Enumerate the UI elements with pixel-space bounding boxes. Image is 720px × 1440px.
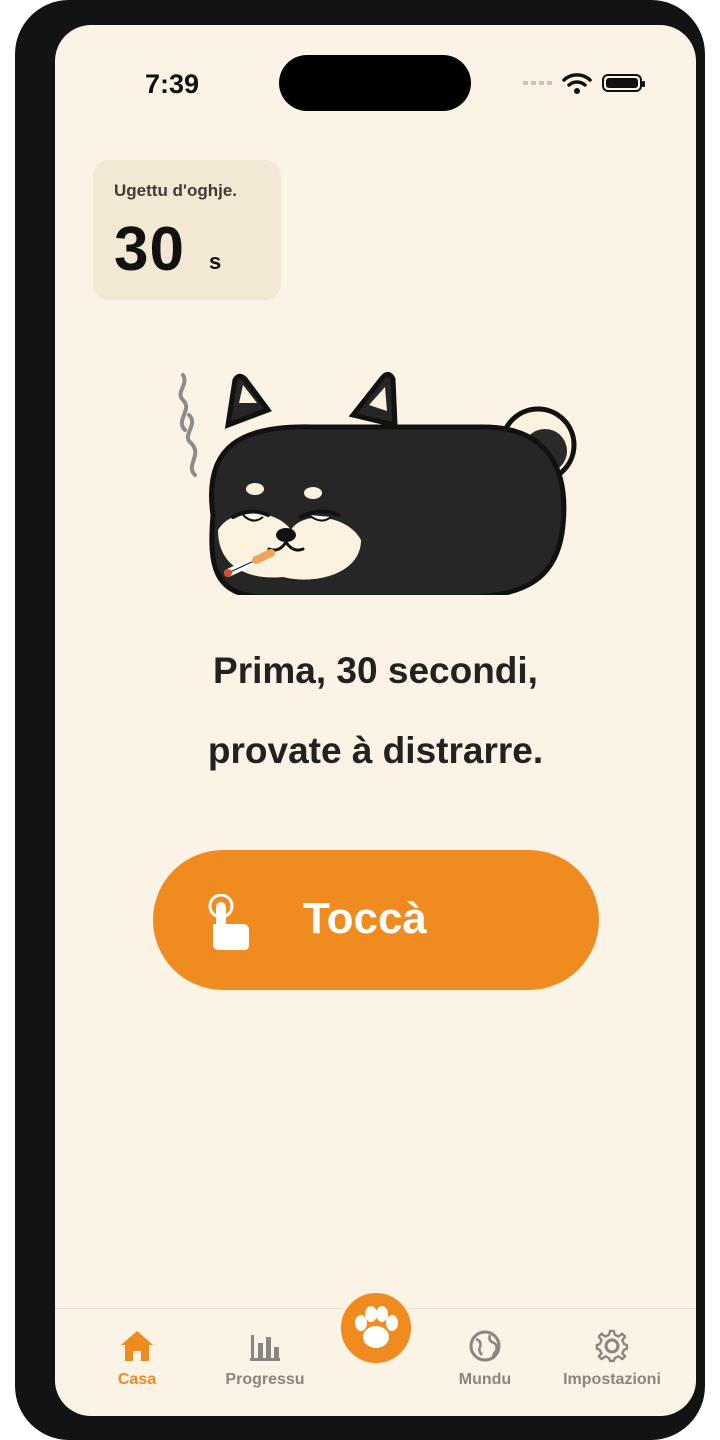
prompt-line-1: Prima, 30 secondi, <box>213 650 538 691</box>
tab-progress[interactable]: Progressu <box>215 1329 315 1389</box>
tab-progress-label: Progressu <box>225 1371 305 1388</box>
dynamic-island <box>279 55 471 111</box>
cellular-signal-icon <box>523 81 552 85</box>
daily-card-unit: s <box>209 249 222 274</box>
battery-icon <box>602 74 645 92</box>
daily-card-label: Ugettu d'oghje. <box>114 181 238 200</box>
daily-card-value: 30 <box>114 215 185 284</box>
smoking-dog-illustration <box>178 371 577 595</box>
tab-settings[interactable]: Impostazioni <box>552 1329 672 1389</box>
app-screen: 7:39 Ugettu d'oghje. 30 s Prima, 30 seco… <box>55 25 696 1416</box>
paw-icon <box>355 1306 398 1348</box>
tap-button[interactable]: Toccà <box>153 850 599 990</box>
tab-home-label: Casa <box>117 1371 157 1388</box>
smoke <box>178 373 198 477</box>
tap-button-label: Toccà <box>303 894 427 943</box>
status-time: 7:39 <box>145 69 200 99</box>
daily-smoked-card: Ugettu d'oghje. 30 s <box>93 160 281 300</box>
wifi-icon <box>562 73 592 94</box>
home-icon <box>121 1331 153 1361</box>
gear-icon <box>595 1329 629 1363</box>
status-icons <box>523 72 645 94</box>
paw-center-button[interactable] <box>338 1290 414 1366</box>
pointing-hand-icon <box>208 894 249 950</box>
globe-icon <box>469 1330 501 1362</box>
phone-frame: 7:39 Ugettu d'oghje. 30 s Prima, 30 seco… <box>15 0 705 1440</box>
tab-world[interactable]: Mundu <box>445 1329 525 1389</box>
prompt-line-2: provate à distrarre. <box>207 730 544 771</box>
bar-chart-icon <box>250 1335 280 1361</box>
tab-home[interactable]: Casa <box>110 1329 164 1389</box>
tab-settings-label: Impostazioni <box>563 1371 661 1388</box>
tab-world-label: Mundu <box>458 1371 512 1388</box>
